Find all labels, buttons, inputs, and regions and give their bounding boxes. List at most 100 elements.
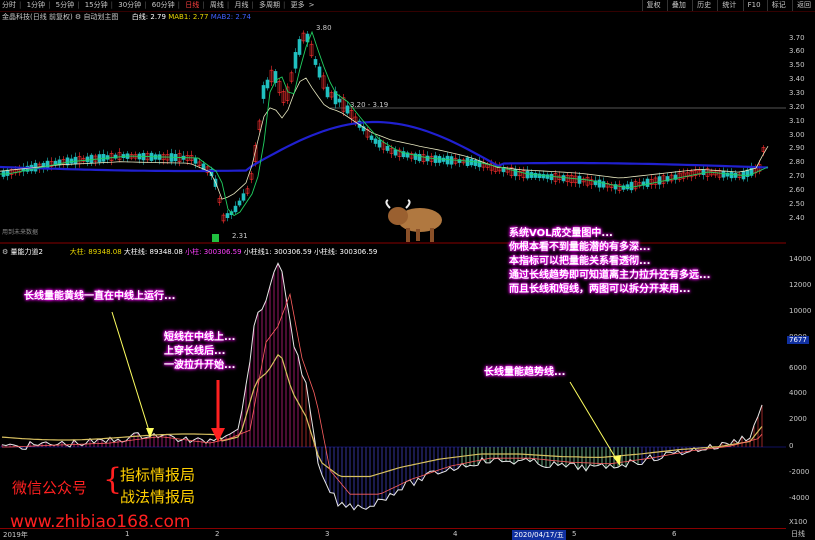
- info-line-2: 你根本看不到量能潜的有多深...: [509, 242, 651, 253]
- statistics-button[interactable]: 统计: [717, 0, 740, 11]
- candle-body: [629, 181, 634, 191]
- info-line-5: 而且长线和短线，两图可以拆分开来用...: [509, 284, 691, 295]
- info-line-3: 本指标可以把量能关系看透彻...: [509, 256, 651, 267]
- period-toolbar: 分时 | 1分钟 | 5分钟 | 15分钟 | 30分钟 | 60分钟 | 日线 | 周线 | …: [0, 0, 815, 12]
- toolbar-right: 复权 叠加 历史 统计 F10 标记 返回: [641, 0, 815, 11]
- bull-mascot-image: [385, 199, 442, 242]
- candle-body: [545, 174, 550, 179]
- candle-body: [73, 156, 78, 165]
- candle-body: [417, 154, 422, 162]
- annotation-arrow-1: [111, 311, 151, 435]
- candle-body: [657, 176, 662, 185]
- future-data-note: 用到未来数据: [2, 228, 38, 236]
- tab-monthly[interactable]: 月线: [232, 0, 250, 11]
- mark-button[interactable]: 标记: [766, 0, 790, 11]
- candle-body: [97, 154, 102, 163]
- history-button[interactable]: 历史: [692, 0, 715, 11]
- tab-15min[interactable]: 15分钟: [83, 0, 110, 11]
- watermark-line2: 战法情报局: [120, 488, 196, 506]
- overlay-button[interactable]: 叠加: [666, 0, 690, 11]
- tab-5min[interactable]: 5分钟: [54, 0, 76, 11]
- candle-body: [105, 155, 110, 160]
- ma-green-line: [0, 30, 769, 217]
- candle-body: [69, 158, 74, 164]
- candle-body: [45, 160, 50, 169]
- candle-body: [233, 205, 238, 213]
- indicator-name[interactable]: 自动划主图: [83, 13, 118, 21]
- candle-body: [473, 159, 478, 166]
- ma-long-line: [0, 120, 769, 173]
- big-bar-label: 大柱: 89348.08: [69, 248, 122, 256]
- candle-body: [733, 172, 738, 178]
- candle-body: [313, 59, 318, 65]
- small-bar-label: 小柱: 300306.59: [185, 248, 242, 256]
- candle-body: [317, 66, 322, 78]
- stock-name: 金晶科技(日线 前复权): [2, 13, 73, 21]
- tab-fenshi[interactable]: 分时: [0, 0, 18, 11]
- candle-body: [65, 157, 70, 166]
- candle-body: [101, 154, 106, 162]
- candle-body: [393, 149, 398, 156]
- candle-body: [721, 170, 726, 178]
- white-line-label: 白线: 2.79: [131, 13, 166, 21]
- candle-body: [377, 139, 382, 148]
- candle-body: [225, 213, 230, 219]
- unit-label: X100: [789, 518, 808, 526]
- candle-body: [533, 172, 538, 178]
- candle-body: [237, 200, 242, 206]
- candle-body: [577, 175, 582, 184]
- candle-body: [541, 174, 546, 179]
- candle-body: [601, 181, 606, 188]
- tab-more[interactable]: 更多: [289, 0, 307, 11]
- small-bar-line1-label: 小柱线1: 300306.59: [243, 248, 312, 256]
- candle-body: [261, 85, 266, 99]
- tab-1min[interactable]: 1分钟: [25, 0, 47, 11]
- candle-body: [325, 86, 330, 98]
- gear-icon[interactable]: ⚙: [75, 13, 81, 21]
- tab-60min[interactable]: 60分钟: [150, 0, 177, 11]
- signal-marker: [212, 234, 219, 242]
- gear-icon[interactable]: ⚙: [2, 248, 8, 256]
- note-short-line-2: 上穿长线后...: [164, 346, 226, 357]
- watermark-line1: 指标情报局: [120, 466, 196, 484]
- candle-body: [425, 155, 430, 162]
- candle-body: [625, 184, 630, 190]
- candle-body: [529, 172, 534, 178]
- arrow-head-1: [146, 428, 154, 438]
- candle-body: [385, 145, 390, 151]
- candlesticks: [1, 30, 766, 224]
- tab-daily[interactable]: 日线: [183, 0, 201, 11]
- candle-body: [525, 170, 530, 179]
- tab-weekly[interactable]: 周线: [208, 0, 226, 11]
- note-trend-line: 长线量能趋势线...: [484, 367, 566, 378]
- note-long-line: 长线量能黄线一直在中线上运行...: [24, 291, 176, 302]
- candle-body: [241, 193, 246, 201]
- candle-body: [293, 52, 298, 69]
- candle-body: [193, 158, 198, 164]
- tab-30min[interactable]: 30分钟: [116, 0, 143, 11]
- info-line-1: 系统VOL成交量图中...: [509, 228, 613, 239]
- current-value-box: 7677: [787, 336, 809, 344]
- back-button[interactable]: 返回: [792, 0, 815, 11]
- note-short-line-3: 一波拉升开始...: [164, 360, 236, 371]
- tab-multi-period[interactable]: 多周期: [257, 0, 282, 11]
- high-label: 3.80: [316, 24, 332, 32]
- candle-body: [337, 98, 342, 103]
- big-bar-line-label: 大柱线: 89348.08: [123, 248, 183, 256]
- period-label: 日线: [791, 530, 805, 538]
- range-label: 3.20 - 3.19: [350, 101, 388, 109]
- candle-body: [369, 135, 374, 140]
- f10-button[interactable]: F10: [742, 0, 765, 11]
- indicator-title[interactable]: 量能力道2: [11, 248, 43, 256]
- ma1-label: MAB1: 2.77: [168, 13, 209, 21]
- main-chart-title: 金晶科技(日线 前复权) ⚙ 自动划主图 白线: 2.79 MAB1: 2.77…: [2, 12, 251, 22]
- candle-body: [265, 79, 270, 89]
- wechat-label: 微信公众号: [12, 479, 88, 497]
- candle-body: [561, 175, 566, 182]
- candle-body: [297, 39, 302, 55]
- volume-axis: 14000 12000 10000 8000 6000 4000 2000 0 …: [787, 255, 812, 526]
- candle-body: [729, 171, 734, 179]
- candle-body: [701, 169, 706, 176]
- restore-rights-button[interactable]: 复权: [641, 0, 665, 11]
- candle-body: [537, 173, 542, 179]
